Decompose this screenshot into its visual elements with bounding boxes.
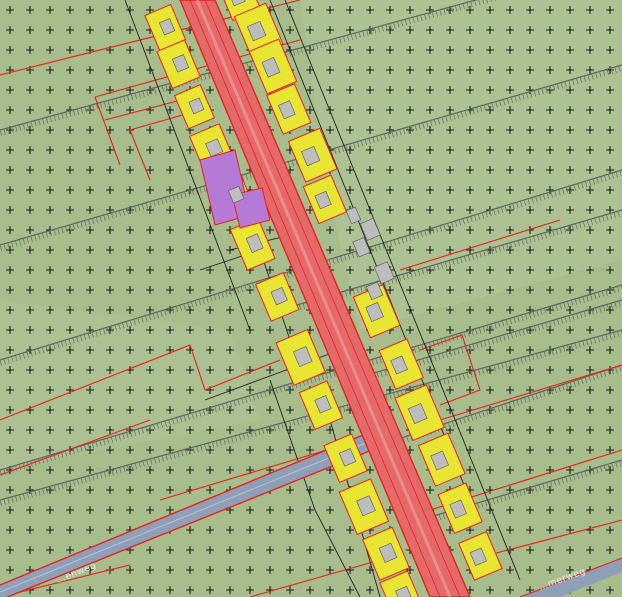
zoning-map[interactable]: …enweg …merweg: [0, 0, 622, 597]
map-canvas[interactable]: …enweg …merweg: [0, 0, 622, 597]
